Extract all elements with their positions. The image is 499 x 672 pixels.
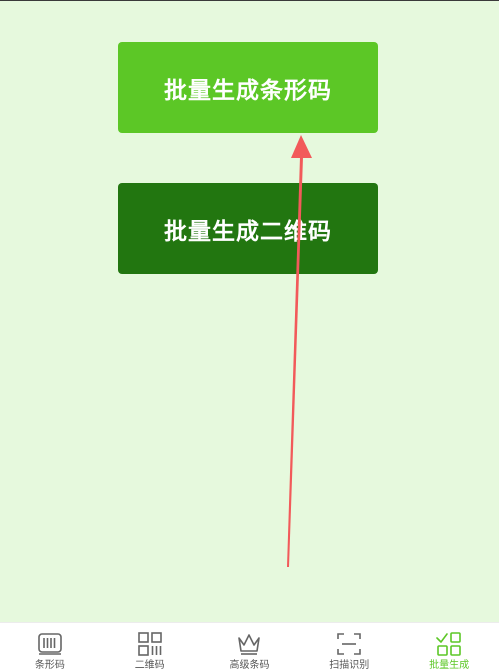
tab-scan[interactable]: 扫描识别 <box>299 623 399 672</box>
batch-qrcode-button[interactable]: 批量生成二维码 <box>118 183 378 274</box>
tab-label: 条形码 <box>34 660 65 671</box>
batch-icon <box>436 632 461 656</box>
tab-qrcode[interactable]: 二维码 <box>100 623 200 672</box>
batch-barcode-button[interactable]: 批量生成条形码 <box>118 42 378 133</box>
bottom-tab-bar: 条形码 二维码 高级条码 扫描识别 批量生成 <box>0 622 499 672</box>
barcode-icon <box>38 633 62 655</box>
qrcode-icon <box>137 632 162 656</box>
crown-icon <box>238 634 261 655</box>
tab-label: 批量生成 <box>429 660 470 671</box>
tab-label: 二维码 <box>134 660 165 671</box>
tab-label: 扫描识别 <box>329 660 370 671</box>
tab-batch-generate[interactable]: 批量生成 <box>399 623 499 672</box>
tab-barcode[interactable]: 条形码 <box>0 623 100 672</box>
tab-advanced-barcode[interactable]: 高级条码 <box>200 623 300 672</box>
scan-icon <box>337 633 362 655</box>
tab-label: 高级条码 <box>229 660 270 671</box>
